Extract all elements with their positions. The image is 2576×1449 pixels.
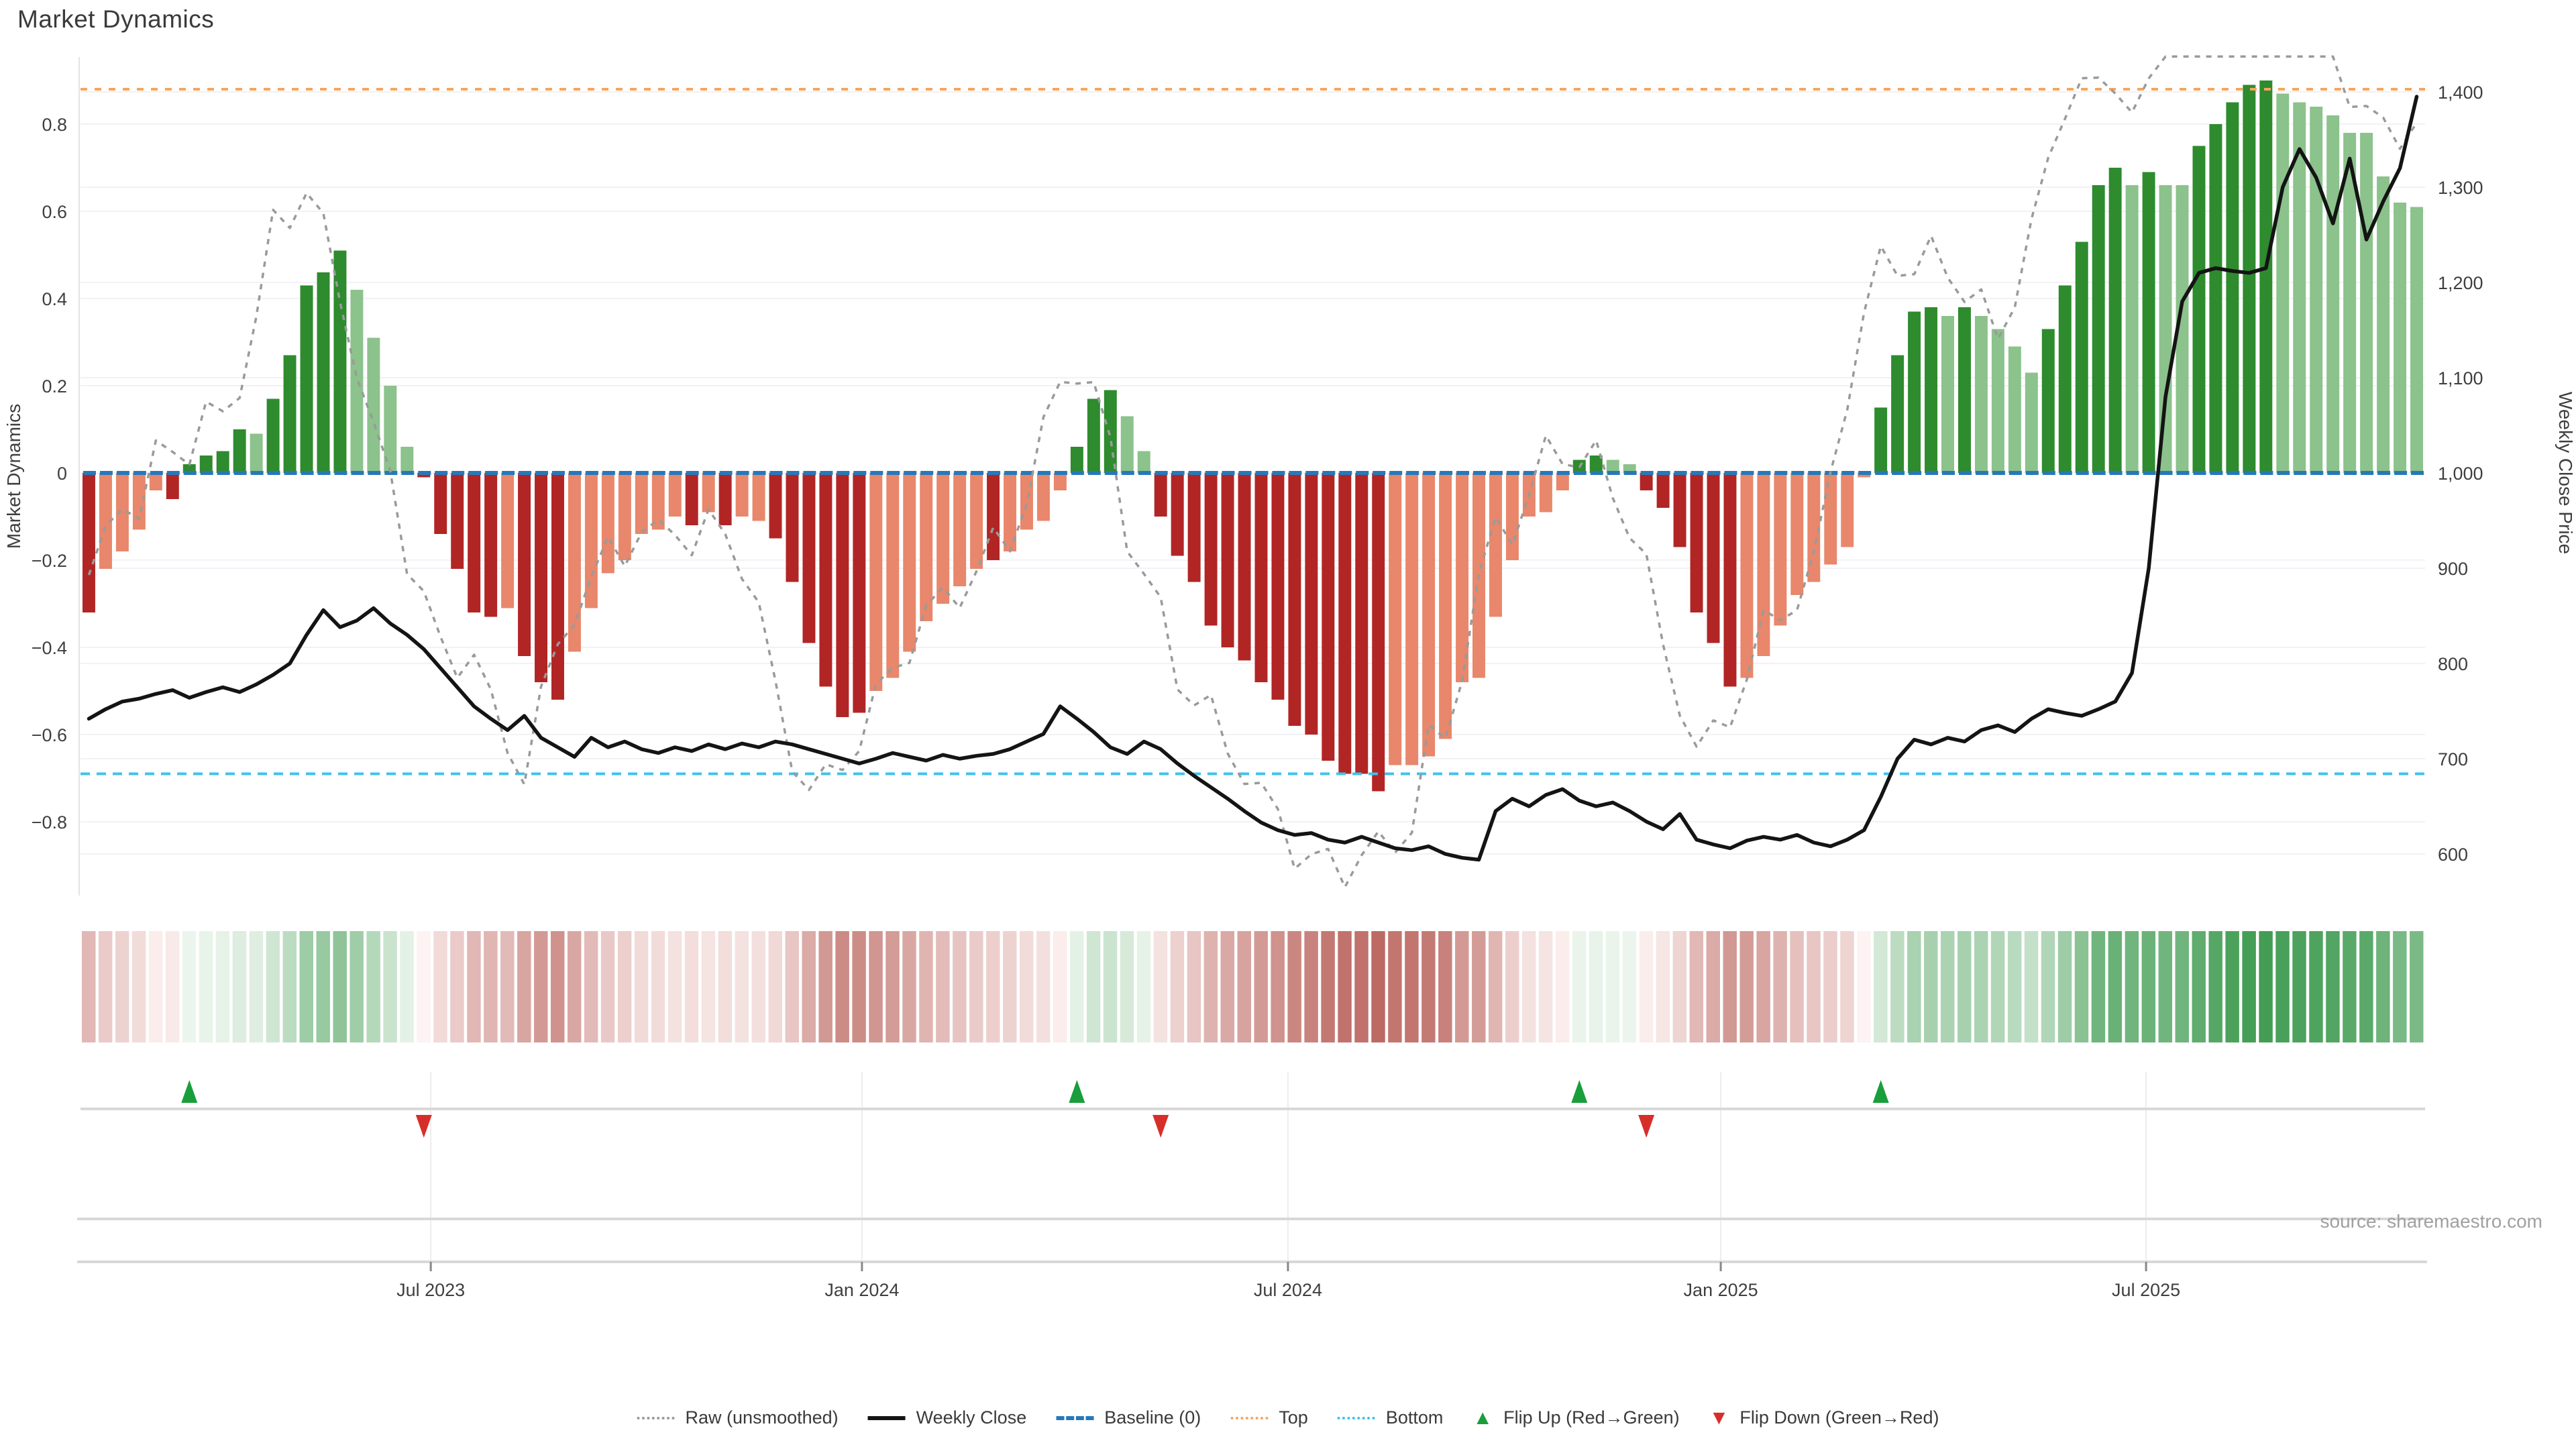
legend-item-raw: Raw (unsmoothed): [637, 1407, 839, 1428]
svg-text:0.6: 0.6: [42, 202, 67, 222]
svg-text:Jul 2025: Jul 2025: [2112, 1280, 2180, 1300]
svg-text:Jul 2024: Jul 2024: [1254, 1280, 1322, 1300]
svg-text:1,100: 1,100: [2438, 368, 2483, 388]
legend-label: Raw (unsmoothed): [686, 1407, 839, 1428]
legend-item-top: Top: [1230, 1407, 1308, 1428]
svg-text:1,200: 1,200: [2438, 273, 2483, 293]
gridlines: [79, 57, 2425, 896]
svg-text:600: 600: [2438, 845, 2468, 865]
svg-text:0.2: 0.2: [42, 376, 67, 396]
legend-label: Top: [1279, 1407, 1308, 1428]
legend-label: Baseline (0): [1104, 1407, 1201, 1428]
legend-item-flip-down: ▼ Flip Down (Green→Red): [1709, 1407, 1939, 1428]
market-dynamics-dashboard: Market Dynamics 0.8 0.6 0.4 0.2 0 −0.2 −0.4 −0.…: [0, 0, 2576, 1449]
chart-canvas: 0.8 0.6 0.4 0.2 0 −0.2 −0.4 −0.6 −0.8 1,400 1,300 1…: [0, 0, 2576, 1449]
baseline-swatch-icon: [1056, 1416, 1093, 1420]
svg-text:−0.4: −0.4: [32, 638, 67, 658]
svg-text:0.4: 0.4: [42, 289, 67, 309]
source-credit: source: sharemaestro.com: [2320, 1211, 2542, 1232]
svg-text:900: 900: [2438, 559, 2468, 579]
left-axis-title: Market Dynamics: [3, 404, 24, 549]
legend-label: Weekly Close: [916, 1407, 1027, 1428]
close-line-swatch-icon: [868, 1416, 906, 1420]
svg-text:Jan 2025: Jan 2025: [1684, 1280, 1758, 1300]
legend-item-bottom: Bottom: [1338, 1407, 1444, 1428]
chart-legend: Raw (unsmoothed) Weekly Close Baseline (…: [637, 1407, 1939, 1428]
flip-down-triangle-icon: ▼: [1709, 1408, 1729, 1428]
raw-line-swatch-icon: [637, 1417, 675, 1419]
svg-text:−0.6: −0.6: [32, 725, 67, 745]
heatmap-strip: [82, 931, 2424, 1042]
right-axis-title: Weekly Close Price: [2555, 392, 2576, 554]
flip-up-triangle-icon: ▲: [1472, 1408, 1493, 1428]
legend-label: Flip Down (Green→Red): [1739, 1407, 1939, 1428]
reference-lines: [80, 89, 2425, 774]
svg-text:800: 800: [2438, 654, 2468, 674]
flip-marker-panel: [77, 1072, 2427, 1262]
legend-label: Bottom: [1386, 1407, 1444, 1428]
legend-label: Flip Up (Red→Green): [1503, 1407, 1680, 1428]
svg-text:0.8: 0.8: [42, 115, 67, 135]
svg-text:−0.2: −0.2: [32, 551, 67, 571]
svg-text:1,300: 1,300: [2438, 178, 2483, 198]
svg-text:Jan 2024: Jan 2024: [824, 1280, 899, 1300]
svg-text:−0.8: −0.8: [32, 812, 67, 833]
legend-item-weekly-close: Weekly Close: [868, 1407, 1027, 1428]
legend-item-baseline: Baseline (0): [1056, 1407, 1201, 1428]
svg-text:0: 0: [57, 464, 67, 484]
bottom-line-swatch-icon: [1338, 1417, 1375, 1419]
svg-text:1,000: 1,000: [2438, 464, 2483, 484]
top-line-swatch-icon: [1230, 1417, 1268, 1419]
svg-text:700: 700: [2438, 749, 2468, 769]
legend-item-flip-up: ▲ Flip Up (Red→Green): [1472, 1407, 1679, 1428]
svg-text:1,400: 1,400: [2438, 83, 2483, 103]
svg-text:Jul 2023: Jul 2023: [396, 1280, 465, 1300]
